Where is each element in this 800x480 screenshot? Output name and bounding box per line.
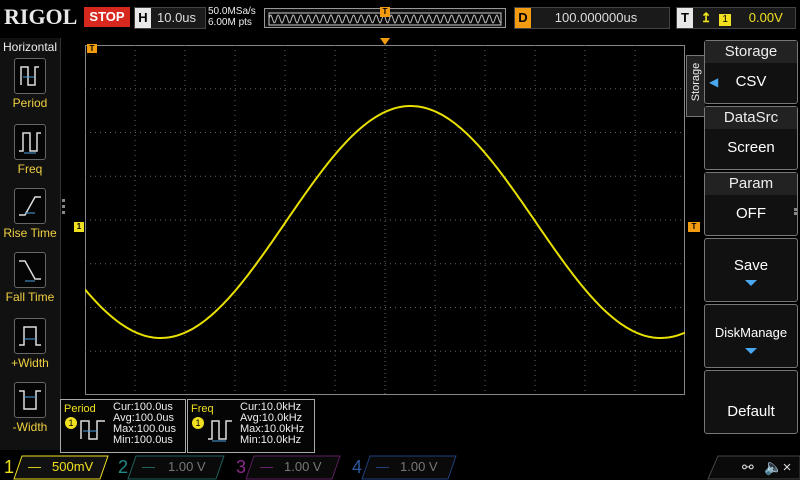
period-label: Period <box>12 96 48 110</box>
sample-rate: 50.0MSa/s <box>208 6 256 17</box>
trigger-marker-top-left: T <box>87 44 97 53</box>
neg-width-label: -Width <box>12 420 48 434</box>
timebase-display[interactable]: H 10.0us <box>134 7 206 29</box>
measurement-period-box[interactable]: Period 1 Cur:100.0us Avg:100.0us Max:100… <box>60 399 186 453</box>
trigger-display[interactable]: T ↥ 1 0.00V <box>676 7 796 29</box>
memory-overview-strip: T <box>264 7 506 28</box>
measurement-values: Cur:10.0kHz Avg:10.0kHz Max:10.0kHz Min:… <box>240 402 304 446</box>
ch2-coupling-icon: — <box>142 459 155 474</box>
ch3-number[interactable]: 3 <box>236 455 246 479</box>
storage-type-softkey[interactable]: Storage ◀ CSV <box>704 40 798 104</box>
left-menu-scroll-dots <box>62 196 66 226</box>
measurement-channel-badge: 1 <box>192 417 204 429</box>
ch4-coupling-icon: — <box>376 459 389 474</box>
run-stop-status[interactable]: STOP <box>84 7 130 27</box>
pos-width-icon <box>14 318 46 354</box>
rise-time-label: Rise Time <box>3 226 57 240</box>
measurement-freq-box[interactable]: Freq 1 Cur:10.0kHz Avg:10.0kHz Max:10.0k… <box>187 399 315 453</box>
ch4-number[interactable]: 4 <box>352 455 362 479</box>
usb-icon: ⚯ <box>742 459 754 475</box>
storage-side-label: Storage <box>690 62 702 102</box>
measurement-channel-badge: 1 <box>65 417 77 429</box>
neg-width-icon <box>14 382 46 418</box>
ch2-number[interactable]: 2 <box>118 455 128 479</box>
measurement-min: Min:100.0us <box>113 434 173 446</box>
measure-fall-time-item[interactable]: Fall Time <box>0 252 60 304</box>
ch2-scale[interactable]: 1.00 V <box>168 455 206 479</box>
ch1-coupling-icon: — <box>28 459 41 474</box>
disk-manage-label: DiskManage <box>714 325 788 340</box>
selector-arrow-icon: ◀ <box>709 75 719 89</box>
memory-depth: 6.00M pts <box>208 17 252 28</box>
trigger-key: T <box>677 8 693 28</box>
measurement-values: Cur:100.0us Avg:100.0us Max:100.0us Min:… <box>113 402 176 446</box>
measurement-name: Period <box>64 403 96 415</box>
speaker-muted-icon[interactable]: 🔈× <box>764 458 791 476</box>
ch1-scale[interactable]: 500mV <box>52 455 93 479</box>
channel-status-bar: 1 — 500mV 2 — 1.00 V 3 — 1.00 V 4 — 1.00… <box>0 455 800 480</box>
left-measure-menu: Horizontal Period Freq Rise Time Fall Ti… <box>0 38 61 450</box>
rising-edge-icon: ↥ <box>700 10 712 25</box>
horizontal-key: H <box>135 8 151 28</box>
measurement-min: Min:10.0kHz <box>240 434 302 446</box>
fall-time-label: Fall Time <box>5 290 55 304</box>
save-softkey[interactable]: Save <box>704 238 798 302</box>
freq-label: Freq <box>17 162 43 176</box>
delay-value: 100.000000us <box>554 10 638 25</box>
storage-type-value: ◀ CSV <box>705 63 797 101</box>
top-status-bar: RIGOL STOP H 10.0us 50.0MSa/s 6.00M pts T… <box>0 0 800 36</box>
right-softkey-menu: Storage ◀ CSV DataSrc Screen Param OFF S… <box>704 40 800 460</box>
param-softkey[interactable]: Param OFF <box>704 172 798 236</box>
delay-key: D <box>515 8 531 28</box>
right-menu-scroll-dots <box>794 207 798 221</box>
save-submenu-arrow-icon <box>745 280 757 286</box>
left-menu-title: Horizontal <box>2 40 58 54</box>
measure-neg-width-item[interactable]: -Width <box>0 382 60 434</box>
measurement-name: Freq <box>191 403 214 415</box>
default-label: Default <box>727 403 775 420</box>
freq-icon <box>14 124 46 160</box>
fall-time-icon <box>14 252 46 288</box>
freq-wave-icon <box>208 420 232 442</box>
pos-width-label: +Width <box>11 356 49 370</box>
brand-logo: RIGOL <box>4 4 78 29</box>
trigger-level-value: 0.00V <box>748 10 783 25</box>
ch3-scale[interactable]: 1.00 V <box>284 455 322 479</box>
trigger-level-marker[interactable]: T <box>688 222 700 232</box>
waveform-display[interactable] <box>84 45 686 395</box>
save-label: Save <box>733 257 769 274</box>
measure-freq-item[interactable]: Freq <box>0 124 60 176</box>
param-value: OFF <box>736 205 766 222</box>
storage-side-tab: Storage <box>686 55 705 117</box>
trigger-time-marker-icon <box>380 38 390 45</box>
ch1-ground-marker[interactable]: 1 <box>74 222 84 232</box>
disk-manage-softkey[interactable]: DiskManage <box>704 304 798 368</box>
period-wave-icon <box>80 420 105 440</box>
period-icon <box>14 58 46 94</box>
data-source-softkey[interactable]: DataSrc Screen <box>704 106 798 170</box>
measure-period-item[interactable]: Period <box>0 58 60 110</box>
trigger-position-marker: T <box>380 7 390 17</box>
timebase-value: 10.0us <box>157 10 197 25</box>
ch3-coupling-icon: — <box>260 459 273 474</box>
data-source-value: Screen <box>727 139 775 156</box>
disk-manage-arrow-icon <box>745 348 757 354</box>
waveform-graticule <box>84 45 686 395</box>
ch4-scale[interactable]: 1.00 V <box>400 455 438 479</box>
trigger-source-badge: 1 <box>719 14 732 26</box>
default-softkey[interactable]: Default <box>704 370 798 434</box>
acquisition-info: 50.0MSa/s 6.00M pts <box>208 6 256 28</box>
rise-time-icon <box>14 188 46 224</box>
measure-rise-time-item[interactable]: Rise Time <box>0 188 60 240</box>
param-head: Param <box>705 173 797 195</box>
delay-display[interactable]: D 100.000000us <box>514 7 670 29</box>
ch1-number[interactable]: 1 <box>4 455 14 479</box>
data-source-head: DataSrc <box>705 107 797 129</box>
storage-type-text: CSV <box>735 73 767 90</box>
measure-pos-width-item[interactable]: +Width <box>0 318 60 370</box>
storage-type-head: Storage <box>705 41 797 63</box>
